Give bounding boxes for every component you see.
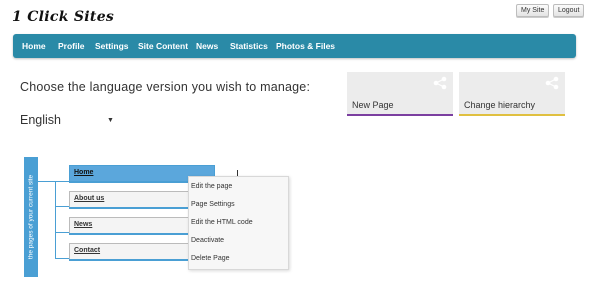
language-select-value: English xyxy=(20,113,61,127)
tree-page-link[interactable]: About us xyxy=(74,195,104,202)
nav-item-news[interactable]: News xyxy=(196,34,218,58)
new-page-card[interactable]: New Page xyxy=(347,72,453,116)
logout-button[interactable]: Logout xyxy=(553,4,585,17)
main-navbar: Home Profile Settings Site Content News … xyxy=(13,34,576,58)
dropdown-arrow-icon: ▼ xyxy=(107,117,114,124)
tree-underline xyxy=(69,233,189,235)
tree-connector xyxy=(55,258,69,259)
site-logo: 1 Click Sites xyxy=(12,9,115,25)
menu-item-page-settings[interactable]: Page Settings xyxy=(189,196,288,214)
nav-item-site-content[interactable]: Site Content xyxy=(138,34,188,58)
tree-connector xyxy=(55,232,69,233)
nav-item-photos-files[interactable]: Photos & Files xyxy=(276,34,335,58)
new-page-label: New Page xyxy=(352,100,394,110)
my-site-button[interactable]: My Site xyxy=(516,4,550,17)
menu-item-deactivate[interactable]: Deactivate xyxy=(189,232,288,250)
language-select[interactable]: English ▼ xyxy=(20,113,118,129)
nav-item-statistics[interactable]: Statistics xyxy=(230,34,268,58)
share-icon xyxy=(545,76,559,90)
tree-connector xyxy=(38,181,70,182)
tree-page-link[interactable]: Home xyxy=(74,169,93,176)
nav-item-profile[interactable]: Profile xyxy=(58,34,84,58)
tree-underline xyxy=(69,207,189,209)
site-pages-sidebar: the pages of your current site xyxy=(24,157,38,277)
menu-item-delete-page[interactable]: Delete Page xyxy=(189,250,288,268)
page-context-menu: Edit the page Page Settings Edit the HTM… xyxy=(188,176,289,270)
nav-item-settings[interactable]: Settings xyxy=(95,34,129,58)
tree-page-link[interactable]: News xyxy=(74,221,92,228)
change-hierarchy-label: Change hierarchy xyxy=(464,100,536,110)
card-accent-bar xyxy=(459,114,565,116)
share-icon xyxy=(433,76,447,90)
change-hierarchy-card[interactable]: Change hierarchy xyxy=(459,72,565,116)
nav-item-home[interactable]: Home xyxy=(22,34,46,58)
tree-underline xyxy=(69,259,189,261)
tree-connector xyxy=(55,181,56,259)
language-prompt: Choose the language version you wish to … xyxy=(20,80,311,94)
card-accent-bar xyxy=(347,114,453,116)
tree-page-link[interactable]: Contact xyxy=(74,247,100,254)
menu-item-edit-html[interactable]: Edit the HTML code xyxy=(189,214,288,232)
tree-connector xyxy=(55,206,69,207)
menu-item-edit-page[interactable]: Edit the page xyxy=(189,178,288,196)
sidebar-label: the pages of your current site xyxy=(27,174,35,260)
